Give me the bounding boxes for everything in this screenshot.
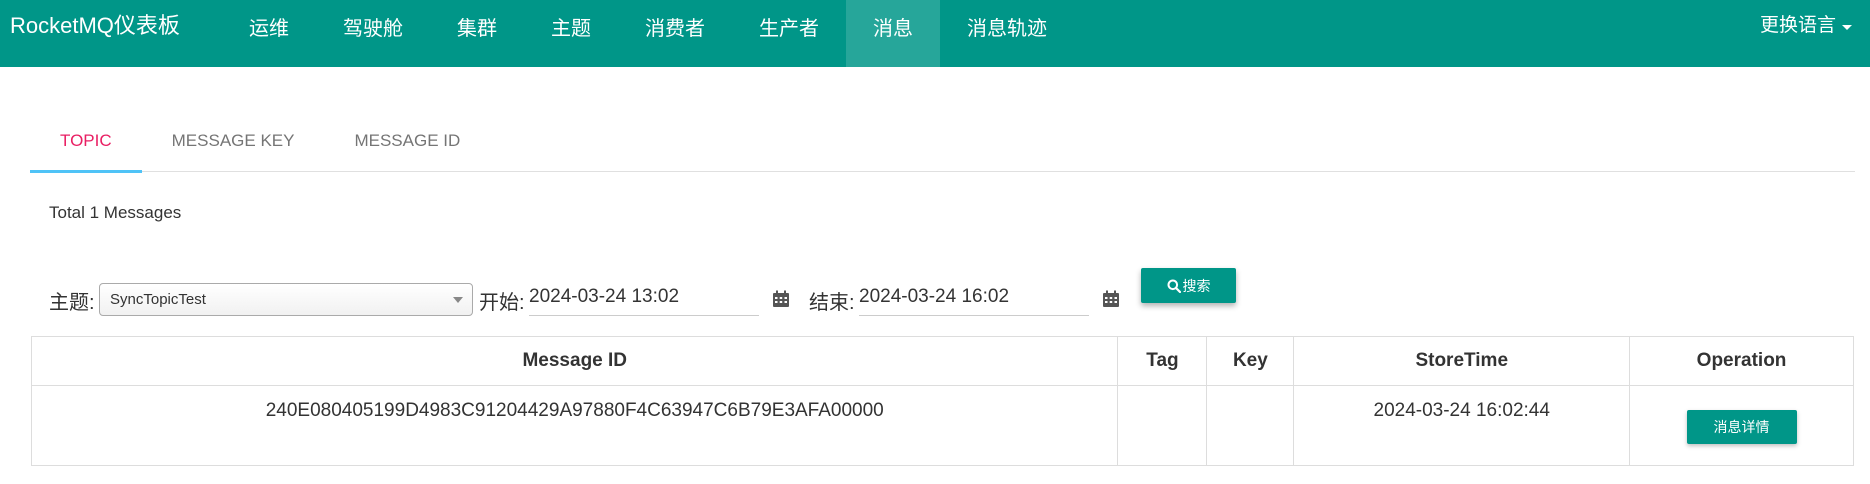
end-label: 结束: (809, 292, 855, 314)
nav-item-topic[interactable]: 主题 (524, 0, 618, 67)
message-detail-button[interactable]: 消息详情 (1686, 410, 1797, 444)
tab-message-id[interactable]: MESSAGE ID (324, 120, 490, 172)
calendar-icon[interactable] (772, 290, 790, 308)
search-icon (1167, 279, 1181, 293)
column-header-tag: Tag (1117, 336, 1208, 386)
cell-message-id: 240E080405199D4983C91204429A97880F4C6394… (30, 385, 1119, 466)
end-time-input[interactable] (859, 278, 1089, 316)
topic-select[interactable]: SyncTopicTest (99, 283, 473, 316)
total-messages-text: Total 1 Messages (49, 203, 182, 222)
tab-message-key[interactable]: MESSAGE KEY (142, 120, 325, 172)
table-row: 240E080405199D4983C91204429A97880F4C6394… (30, 385, 1854, 466)
cell-tag (1117, 385, 1208, 466)
search-button[interactable]: 搜索 (1141, 268, 1236, 303)
cell-operation: 消息详情 (1629, 385, 1854, 466)
messages-table: Message ID Tag Key StoreTime Operation 2… (30, 336, 1854, 466)
column-header-operation: Operation (1629, 336, 1854, 386)
nav-item-ops[interactable]: 运维 (222, 0, 316, 67)
query-tabs: TOPIC MESSAGE KEY MESSAGE ID (30, 120, 1855, 173)
start-label: 开始: (479, 292, 525, 314)
topic-select-value: SyncTopicTest (110, 291, 206, 308)
tab-topic[interactable]: TOPIC (30, 120, 142, 173)
column-header-store-time: StoreTime (1293, 336, 1631, 386)
topic-label: 主题: (49, 292, 95, 314)
cell-key (1206, 385, 1295, 466)
nav-item-consumer[interactable]: 消费者 (618, 0, 732, 67)
main-nav: 运维 驾驶舱 集群 主题 消费者 生产者 消息 消息轨迹 (222, 0, 1074, 67)
start-time-input[interactable] (529, 278, 759, 316)
search-button-label: 搜索 (1182, 277, 1211, 294)
nav-item-cluster[interactable]: 集群 (430, 0, 524, 67)
cell-store-time: 2024-03-24 16:02:44 (1293, 385, 1631, 466)
top-navbar: RocketMQ仪表板 运维 驾驶舱 集群 主题 消费者 生产者 消息 消息轨迹… (0, 0, 1870, 67)
caret-down-icon (1842, 24, 1852, 30)
table-header-row: Message ID Tag Key StoreTime Operation (30, 336, 1854, 386)
nav-item-producer[interactable]: 生产者 (732, 0, 846, 67)
nav-item-message[interactable]: 消息 (846, 0, 940, 67)
filter-bar: 主题: SyncTopicTest 开始: 结束: (49, 270, 1249, 320)
column-header-key: Key (1206, 336, 1295, 386)
column-header-message-id: Message ID (30, 336, 1119, 386)
language-label: 更换语言 (1759, 15, 1836, 36)
brand-title[interactable]: RocketMQ仪表板 (10, 0, 180, 52)
chevron-down-icon (453, 297, 463, 303)
calendar-icon[interactable] (1102, 290, 1120, 308)
nav-item-message-trace[interactable]: 消息轨迹 (940, 0, 1074, 67)
nav-item-dashboard[interactable]: 驾驶舱 (316, 0, 430, 67)
language-switcher[interactable]: 更换语言 (1760, 0, 1852, 52)
